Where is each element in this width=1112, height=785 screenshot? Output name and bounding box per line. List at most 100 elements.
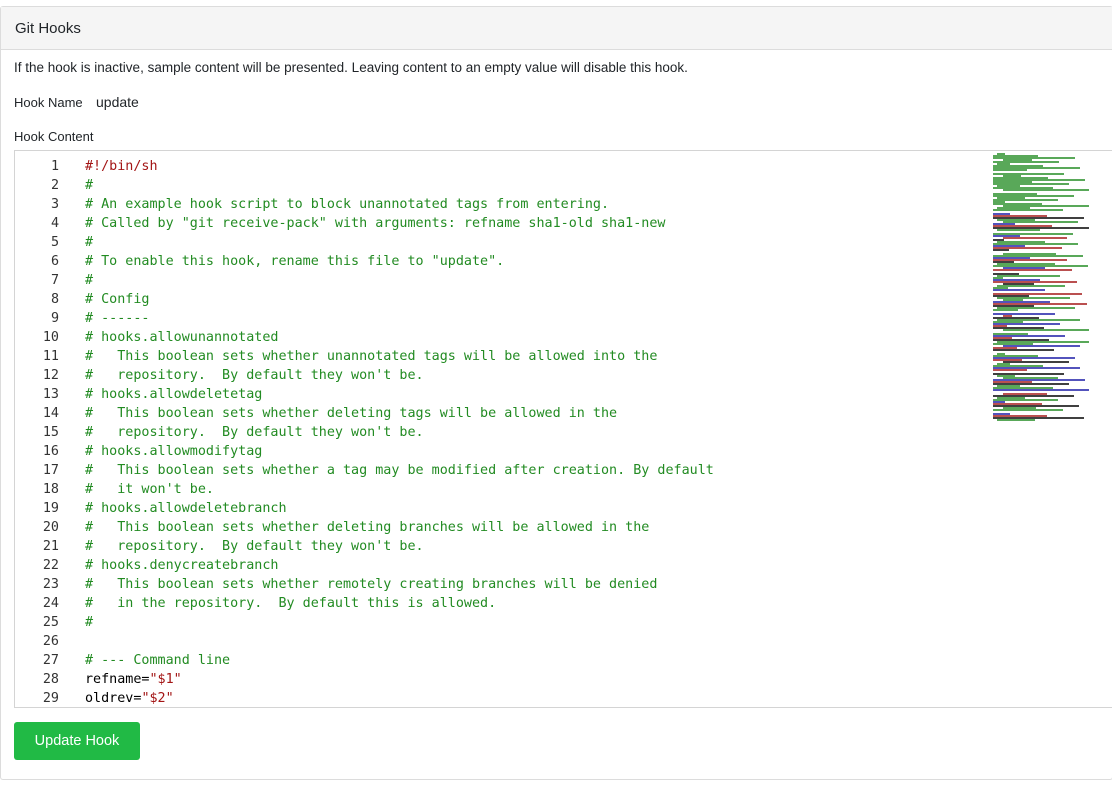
hook-description: If the hook is inactive, sample content …	[14, 60, 688, 75]
line-number: 24	[42, 596, 59, 611]
line-number: 29	[42, 691, 59, 706]
editor-minimap[interactable]	[989, 151, 1099, 431]
line-code: #	[85, 273, 94, 288]
line-code: # This boolean sets whether deleting tag…	[85, 406, 618, 421]
line-number: 27	[42, 653, 59, 668]
line-code: # Called by "git receive-pack" with argu…	[85, 216, 666, 231]
line-code: # hooks.allowdeletetag	[85, 387, 263, 402]
code-line[interactable]: 14 # This boolean sets whether deleting t…	[15, 404, 1015, 423]
line-code: # repository. By default they won't be.	[85, 425, 424, 440]
line-code: #	[85, 178, 94, 193]
code-line[interactable]: 20 # This boolean sets whether deleting b…	[15, 518, 1015, 537]
line-number: 18	[42, 482, 59, 497]
hook-content-label: Hook Content	[14, 129, 94, 144]
line-number: 26	[42, 634, 59, 649]
line-number: 22	[42, 558, 59, 573]
minimap-line	[993, 209, 1063, 211]
editor-scrollbar[interactable]	[1098, 151, 1112, 707]
code-line[interactable]: 6 # To enable this hook, rename this file…	[15, 252, 1015, 271]
line-number: 15	[42, 425, 59, 440]
line-code: # This boolean sets whether a tag may be…	[85, 463, 714, 478]
code-line[interactable]: 28 refname="$1"	[15, 670, 1015, 689]
code-line[interactable]: 18 # it won't be.	[15, 480, 1015, 499]
code-line[interactable]: 26	[15, 632, 1015, 651]
line-number: 3	[50, 197, 59, 212]
line-number: 19	[42, 501, 59, 516]
line-code: # repository. By default they won't be.	[85, 368, 424, 383]
line-code: # hooks.allowunannotated	[85, 330, 279, 345]
line-code: oldrev="$2"	[85, 689, 174, 707]
code-line[interactable]: 25 #	[15, 613, 1015, 632]
line-number: 1	[50, 159, 59, 174]
line-code: # To enable this hook, rename this file …	[85, 254, 505, 269]
line-number: 20	[42, 520, 59, 535]
code-line[interactable]: 2 #	[15, 176, 1015, 195]
update-hook-button[interactable]: Update Hook	[14, 722, 140, 760]
code-line[interactable]: 22 # hooks.denycreatebranch	[15, 556, 1015, 575]
line-code: refname="$1"	[85, 670, 182, 689]
minimap-line	[997, 275, 1060, 277]
line-code: # --- Command line	[85, 653, 231, 668]
line-number: 4	[50, 216, 59, 231]
line-code: #	[85, 615, 94, 630]
minimap-line	[993, 269, 1072, 271]
page-title: Git Hooks	[15, 19, 81, 37]
code-line[interactable]: 12 # repository. By default they won't be…	[15, 366, 1015, 385]
line-code: # in the repository. By default this is …	[85, 596, 497, 611]
minimap-line	[993, 349, 1054, 351]
minimap-line	[993, 289, 1045, 291]
line-code: # This boolean sets whether remotely cre…	[85, 577, 658, 592]
code-line[interactable]: 23 # This boolean sets whether remotely c…	[15, 575, 1015, 594]
code-line[interactable]: 5 #	[15, 233, 1015, 252]
code-line[interactable]: 13 # hooks.allowdeletetag	[15, 385, 1015, 404]
line-number: 10	[42, 330, 59, 345]
minimap-line	[997, 229, 1040, 231]
code-line[interactable]: 15 # repository. By default they won't be…	[15, 423, 1015, 442]
minimap-line	[993, 309, 1018, 311]
minimap-line	[1003, 329, 1089, 331]
minimap-line	[1003, 189, 1089, 191]
line-code: # Config	[85, 292, 150, 307]
code-line[interactable]: 29 oldrev="$2"	[15, 689, 1015, 707]
code-line[interactable]: 7 #	[15, 271, 1015, 290]
minimap-line	[993, 249, 1009, 251]
line-code: #!/bin/sh	[85, 159, 158, 174]
code-line[interactable]: 19 # hooks.allowdeletebranch	[15, 499, 1015, 518]
minimap-line	[993, 389, 1089, 391]
line-number: 28	[42, 672, 59, 687]
line-code: # hooks.denycreatebranch	[85, 558, 279, 573]
code-line[interactable]: 27 # --- Command line	[15, 651, 1015, 670]
code-string: "$2"	[141, 691, 174, 706]
line-number: 17	[42, 463, 59, 478]
minimap-line	[997, 419, 1035, 421]
line-number: 14	[42, 406, 59, 421]
code-line[interactable]: 10 # hooks.allowunannotated	[15, 328, 1015, 347]
hook-content-editor[interactable]: 1 #!/bin/sh 2 #3 # An example hook script to…	[14, 150, 1112, 708]
line-code: # This boolean sets whether unannotated …	[85, 349, 658, 364]
code-line[interactable]: 17 # This boolean sets whether a tag may …	[15, 461, 1015, 480]
line-number: 16	[42, 444, 59, 459]
code-line[interactable]: 9 # ------	[15, 309, 1015, 328]
hook-name-label: Hook Name	[14, 95, 83, 110]
code-line[interactable]: 4 # Called by "git receive-pack" with arg…	[15, 214, 1015, 233]
code-line[interactable]: 24 # in the repository. By default this i…	[15, 594, 1015, 613]
code-line[interactable]: 8 # Config	[15, 290, 1015, 309]
code-token: refname=	[85, 672, 150, 687]
line-number: 7	[50, 273, 59, 288]
code-string: "$1"	[149, 672, 182, 687]
code-line[interactable]: 16 # hooks.allowmodifytag	[15, 442, 1015, 461]
code-line[interactable]: 1 #!/bin/sh	[15, 157, 1015, 176]
line-number: 8	[50, 292, 59, 307]
code-line[interactable]: 3 # An example hook script to block unann…	[15, 195, 1015, 214]
line-code: # hooks.allowmodifytag	[85, 444, 263, 459]
line-number: 5	[50, 235, 59, 250]
code-token: oldrev=	[85, 691, 142, 706]
code-line[interactable]: 21 # repository. By default they won't be…	[15, 537, 1015, 556]
line-number: 2	[50, 178, 59, 193]
line-code: # hooks.allowdeletebranch	[85, 501, 287, 516]
minimap-line	[993, 409, 1063, 411]
line-number: 23	[42, 577, 59, 592]
line-code: # This boolean sets whether deleting bra…	[85, 520, 650, 535]
line-code: # ------	[85, 311, 150, 326]
code-line[interactable]: 11 # This boolean sets whether unannotate…	[15, 347, 1015, 366]
